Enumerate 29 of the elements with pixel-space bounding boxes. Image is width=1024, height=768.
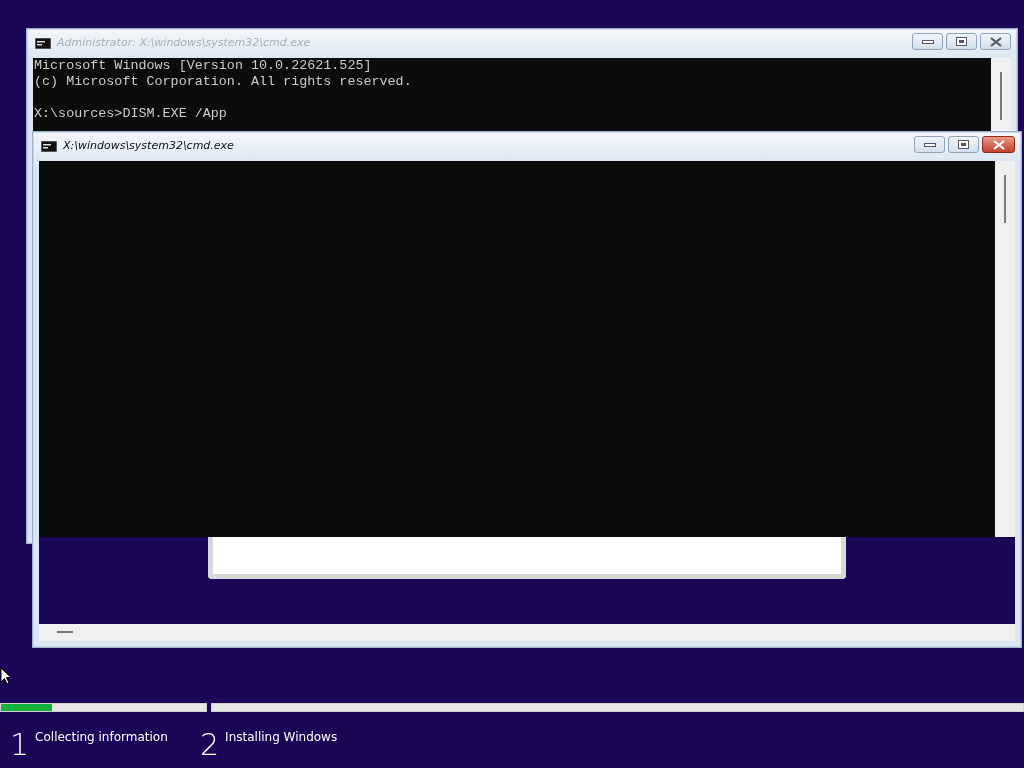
window-title: X:\windows\system32\cmd.exe: [63, 138, 234, 155]
scrollbar[interactable]: [995, 161, 1015, 537]
maximize-button[interactable]: [948, 136, 979, 153]
window-title: Administrator: X:\windows\system32\cmd.exe: [57, 35, 311, 52]
maximize-icon: [956, 37, 967, 46]
step-number: 2: [200, 730, 220, 760]
minimize-icon: [921, 38, 934, 45]
scrollbar-thumb[interactable]: [1004, 175, 1006, 223]
scrollbar-thumb[interactable]: [1000, 72, 1002, 120]
scrollbar[interactable]: [991, 58, 1011, 131]
minimize-icon: [923, 141, 936, 148]
close-icon: [989, 36, 1002, 47]
step-label: Collecting information: [35, 729, 168, 746]
close-icon: [992, 139, 1005, 150]
command-prompt: X:\sources>DISM.EXE /App: [34, 106, 228, 122]
console-line: Microsoft Windows [Version 10.0.22621.525]: [34, 58, 373, 74]
step-number: 1: [10, 730, 30, 760]
console-icon: [41, 141, 57, 152]
console-line: (c) Microsoft Corporation. All rights reserved.: [34, 74, 413, 90]
console-icon: [35, 38, 51, 49]
maximize-icon: [958, 140, 969, 149]
minimize-button[interactable]: [914, 136, 945, 153]
mouse-pointer-icon: [0, 667, 12, 685]
minimize-button[interactable]: [912, 33, 943, 50]
maximize-button[interactable]: [946, 33, 977, 50]
dash-icon: [57, 631, 73, 633]
close-button[interactable]: [980, 33, 1011, 50]
step-label: Installing Windows: [225, 729, 338, 746]
close-button[interactable]: [982, 136, 1015, 153]
